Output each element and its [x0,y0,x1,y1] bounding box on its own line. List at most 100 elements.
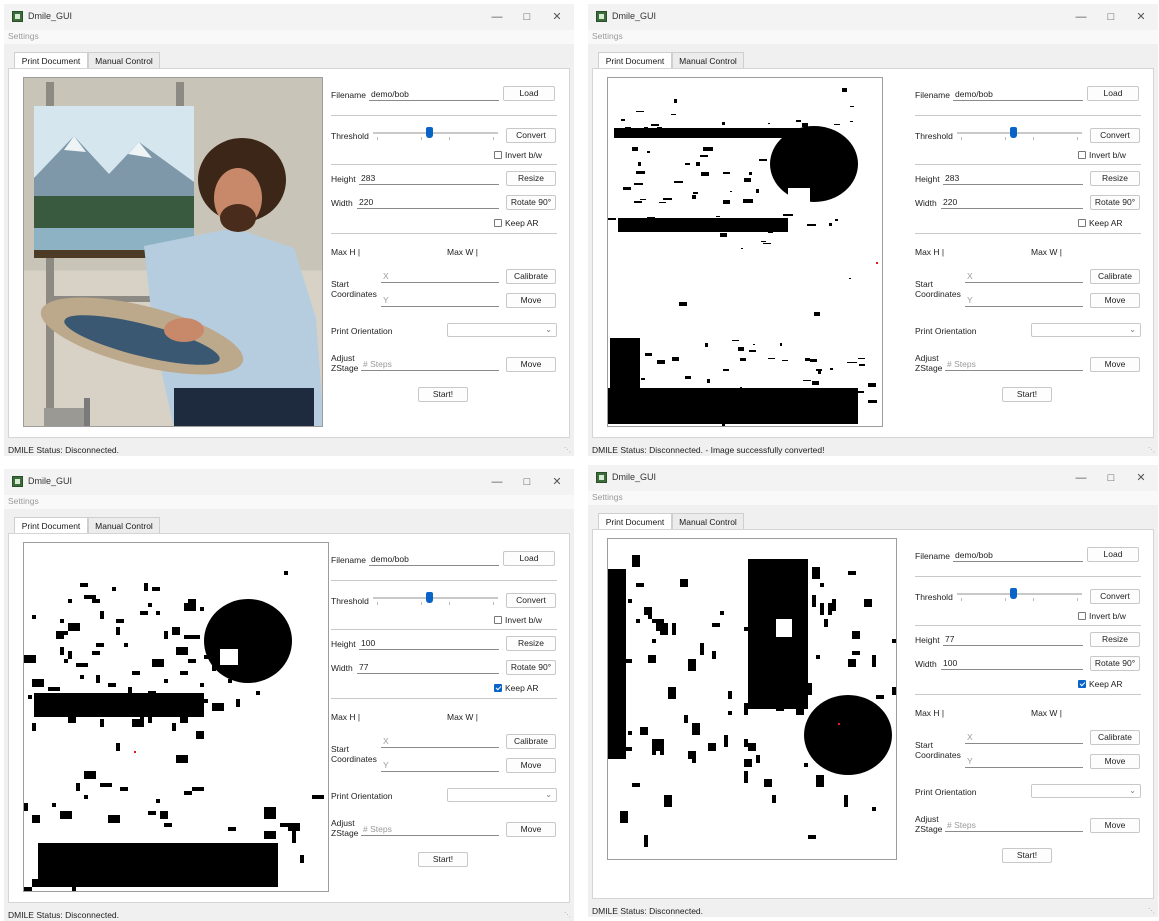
tab-print-document[interactable]: Print Document [14,517,88,533]
rotate-button[interactable]: Rotate 90° [1090,656,1140,671]
menu-settings[interactable]: Settings [8,31,39,41]
tab-print-document[interactable]: Print Document [598,52,672,68]
tab-print-document[interactable]: Print Document [14,52,88,68]
x-coordinate-input[interactable]: X [965,269,1083,283]
start-button[interactable]: Start! [1002,848,1052,863]
invert-checkbox[interactable]: Invert b/w [494,150,542,160]
invert-checkbox[interactable]: Invert b/w [1078,150,1126,160]
checkbox-box[interactable] [494,151,502,159]
keep-ar-checkbox[interactable]: Keep AR [494,683,539,693]
slider-thumb[interactable] [426,127,433,138]
resize-button[interactable]: Resize [506,636,556,651]
minimize-icon[interactable]: — [482,8,512,26]
menu-settings[interactable]: Settings [592,31,623,41]
threshold-slider[interactable] [957,587,1082,601]
minimize-icon[interactable]: — [482,473,512,491]
keep-ar-checkbox[interactable]: Keep AR [1078,679,1123,689]
invert-checkbox[interactable]: Invert b/w [494,615,542,625]
tab-manual-control[interactable]: Manual Control [672,52,744,68]
calibrate-button[interactable]: Calibrate [1090,730,1140,745]
move-coordinates-button[interactable]: Move [1090,293,1140,308]
start-button[interactable]: Start! [418,387,468,402]
slider-thumb[interactable] [1010,588,1017,599]
invert-checkbox[interactable]: Invert b/w [1078,611,1126,621]
load-button[interactable]: Load [503,551,555,566]
load-button[interactable]: Load [503,86,555,101]
rotate-button[interactable]: Rotate 90° [506,195,556,210]
checkbox-box[interactable] [494,616,502,624]
y-coordinate-input[interactable]: Y [381,758,499,772]
keep-ar-checkbox[interactable]: Keep AR [494,218,539,228]
close-icon[interactable]: ✕ [542,473,572,491]
convert-button[interactable]: Convert [506,128,556,143]
minimize-icon[interactable]: — [1066,469,1096,487]
y-coordinate-input[interactable]: Y [965,293,1083,307]
move-coordinates-button[interactable]: Move [506,758,556,773]
y-coordinate-input[interactable]: Y [381,293,499,307]
slider-thumb[interactable] [426,592,433,603]
maximize-icon[interactable]: □ [1096,8,1126,26]
close-icon[interactable]: ✕ [542,8,572,26]
minimize-icon[interactable]: — [1066,8,1096,26]
tab-manual-control[interactable]: Manual Control [88,517,160,533]
zstage-steps-input[interactable]: # Steps [361,357,499,371]
checkbox-box[interactable] [1078,151,1086,159]
rotate-button[interactable]: Rotate 90° [1090,195,1140,210]
filename-input[interactable]: demo/bob [953,548,1083,562]
resize-grip-icon[interactable]: ⋱ [1148,907,1155,915]
x-coordinate-input[interactable]: X [381,269,499,283]
rotate-button[interactable]: Rotate 90° [506,660,556,675]
tab-manual-control[interactable]: Manual Control [672,513,744,529]
threshold-slider[interactable] [957,126,1082,140]
filename-input[interactable]: demo/bob [369,87,499,101]
height-input[interactable]: 100 [359,636,499,650]
threshold-slider[interactable] [373,126,498,140]
filename-input[interactable]: demo/bob [369,552,499,566]
width-input[interactable]: 100 [941,656,1083,670]
resize-button[interactable]: Resize [1090,632,1140,647]
print-orientation-dropdown[interactable]: ⌄ [447,788,557,802]
maximize-icon[interactable]: □ [512,473,542,491]
zstage-steps-input[interactable]: # Steps [945,818,1083,832]
checkbox-box[interactable] [1078,219,1086,227]
start-button[interactable]: Start! [1002,387,1052,402]
tab-manual-control[interactable]: Manual Control [88,52,160,68]
y-coordinate-input[interactable]: Y [965,754,1083,768]
calibrate-button[interactable]: Calibrate [506,269,556,284]
convert-button[interactable]: Convert [1090,128,1140,143]
width-input[interactable]: 220 [357,195,499,209]
move-zstage-button[interactable]: Move [1090,357,1140,372]
x-coordinate-input[interactable]: X [965,730,1083,744]
move-coordinates-button[interactable]: Move [1090,754,1140,769]
zstage-steps-input[interactable]: # Steps [361,822,499,836]
move-zstage-button[interactable]: Move [506,822,556,837]
x-coordinate-input[interactable]: X [381,734,499,748]
close-icon[interactable]: ✕ [1126,469,1156,487]
print-orientation-dropdown[interactable]: ⌄ [447,323,557,337]
maximize-icon[interactable]: □ [512,8,542,26]
load-button[interactable]: Load [1087,86,1139,101]
zstage-steps-input[interactable]: # Steps [945,357,1083,371]
resize-grip-icon[interactable]: ⋱ [564,446,571,454]
print-orientation-dropdown[interactable]: ⌄ [1031,323,1141,337]
load-button[interactable]: Load [1087,547,1139,562]
resize-grip-icon[interactable]: ⋱ [1148,446,1155,454]
checkbox-box[interactable] [494,219,502,227]
move-coordinates-button[interactable]: Move [506,293,556,308]
menu-settings[interactable]: Settings [8,496,39,506]
checkbox-box[interactable] [1078,612,1086,620]
resize-button[interactable]: Resize [506,171,556,186]
move-zstage-button[interactable]: Move [506,357,556,372]
tab-print-document[interactable]: Print Document [598,513,672,529]
convert-button[interactable]: Convert [506,593,556,608]
menu-settings[interactable]: Settings [592,492,623,502]
start-button[interactable]: Start! [418,852,468,867]
move-zstage-button[interactable]: Move [1090,818,1140,833]
threshold-slider[interactable] [373,591,498,605]
keep-ar-checkbox[interactable]: Keep AR [1078,218,1123,228]
resize-grip-icon[interactable]: ⋱ [564,911,571,919]
print-orientation-dropdown[interactable]: ⌄ [1031,784,1141,798]
height-input[interactable]: 283 [359,171,499,185]
height-input[interactable]: 283 [943,171,1083,185]
width-input[interactable]: 77 [357,660,499,674]
